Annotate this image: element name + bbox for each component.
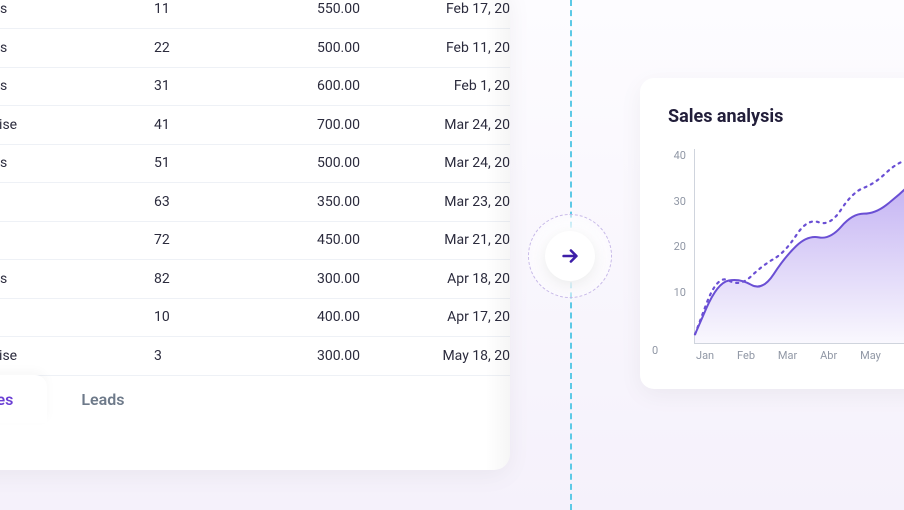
cell-amount: 500.00 (220, 144, 400, 183)
arrow-right-icon (559, 245, 581, 267)
cell-amount: 350.00 (220, 183, 400, 222)
cell-qty: 72 (140, 221, 220, 260)
cell-qty: 63 (140, 183, 220, 222)
cell-date: Mar 24, 20 (400, 106, 510, 145)
cell-date: Apr 17, 20 (400, 298, 510, 337)
cell-date: Feb 11, 20 (400, 29, 510, 68)
cell-date: May 18, 20 (400, 337, 510, 376)
table-row[interactable]: tics Plus22500.00Feb 11, 20 (0, 29, 510, 68)
cell-product: tics Plus (0, 0, 140, 29)
y-tick: 20 (662, 240, 686, 253)
cell-date: Mar 24, 20 (400, 144, 510, 183)
table-row[interactable]: nts Pro72450.00Mar 21, 20 (0, 221, 510, 260)
table-row[interactable]: tics Plus11550.00Feb 17, 20 (0, 0, 510, 29)
cell-amount: 450.00 (220, 221, 400, 260)
cell-amount: 400.00 (220, 298, 400, 337)
tab-sales[interactable]: Sales (0, 375, 47, 423)
chart-panel: Sales analysis 40302010 JanFebMarAbrMayJ… (640, 78, 904, 389)
y-tick: 30 (662, 195, 686, 208)
cell-product: Enterprise (0, 106, 140, 145)
table-row[interactable]: Enterprise3300.00May 18, 20 (0, 337, 510, 376)
cell-product: nts Pro (0, 221, 140, 260)
table-row[interactable]: tics Plus82300.00Apr 18, 20 (0, 260, 510, 299)
x-tick: Mar (778, 349, 797, 362)
cell-amount: 550.00 (220, 0, 400, 29)
cell-qty: 31 (140, 67, 220, 106)
sheet-tabs: Sales Leads (0, 375, 510, 423)
cell-date: Feb 17, 20 (400, 0, 510, 29)
cell-amount: 300.00 (220, 337, 400, 376)
x-tick: Feb (737, 349, 755, 362)
cell-qty: 11 (140, 0, 220, 29)
table-row[interactable]: nts Pro10400.00Apr 17, 20 (0, 298, 510, 337)
y-tick: 40 (662, 149, 686, 162)
cell-qty: 10 (140, 298, 220, 337)
cell-amount: 300.00 (220, 260, 400, 299)
cell-date: Mar 23, 20 (400, 183, 510, 222)
table-row[interactable]: tics Plus31600.00Feb 1, 20 (0, 67, 510, 106)
cell-product: tics Plus (0, 144, 140, 183)
sales-table: tics Plus11550.00Feb 17, 20tics Plus2250… (0, 0, 510, 376)
cell-date: Feb 1, 20 (400, 67, 510, 106)
chart-zero-label: 0 (652, 344, 658, 357)
chart-title: Sales analysis (668, 106, 904, 127)
x-tick: Abr (820, 349, 837, 362)
cell-qty: 3 (140, 337, 220, 376)
chart-y-axis-labels: 40 30 20 10 (662, 149, 686, 344)
table-row[interactable]: Enterprise41700.00Mar 24, 20 (0, 106, 510, 145)
cell-product: nts Pro (0, 298, 140, 337)
cell-qty: 41 (140, 106, 220, 145)
x-tick: Jan (696, 349, 714, 362)
tab-leads[interactable]: Leads (47, 375, 158, 423)
table-row[interactable]: nts Pro63350.00Mar 23, 20 (0, 183, 510, 222)
cell-product: tics Plus (0, 29, 140, 68)
cell-product: nts Pro (0, 183, 140, 222)
x-tick: May (860, 349, 881, 362)
cell-amount: 700.00 (220, 106, 400, 145)
cell-amount: 500.00 (220, 29, 400, 68)
cell-qty: 22 (140, 29, 220, 68)
cell-product: tics Plus (0, 260, 140, 299)
data-table-panel: tics Plus11550.00Feb 17, 20tics Plus2250… (0, 0, 510, 470)
transform-arrow-button[interactable] (540, 226, 600, 286)
cell-date: Apr 18, 20 (400, 260, 510, 299)
cell-product: Enterprise (0, 337, 140, 376)
cell-qty: 51 (140, 144, 220, 183)
cell-qty: 82 (140, 260, 220, 299)
y-tick: 10 (662, 286, 686, 299)
chart-plot (694, 149, 904, 344)
chart-x-axis-labels: JanFebMarAbrMayJun (696, 349, 904, 362)
table-row[interactable]: tics Plus51500.00Mar 24, 20 (0, 144, 510, 183)
cell-date: Mar 21, 20 (400, 221, 510, 260)
cell-amount: 600.00 (220, 67, 400, 106)
cell-product: tics Plus (0, 67, 140, 106)
